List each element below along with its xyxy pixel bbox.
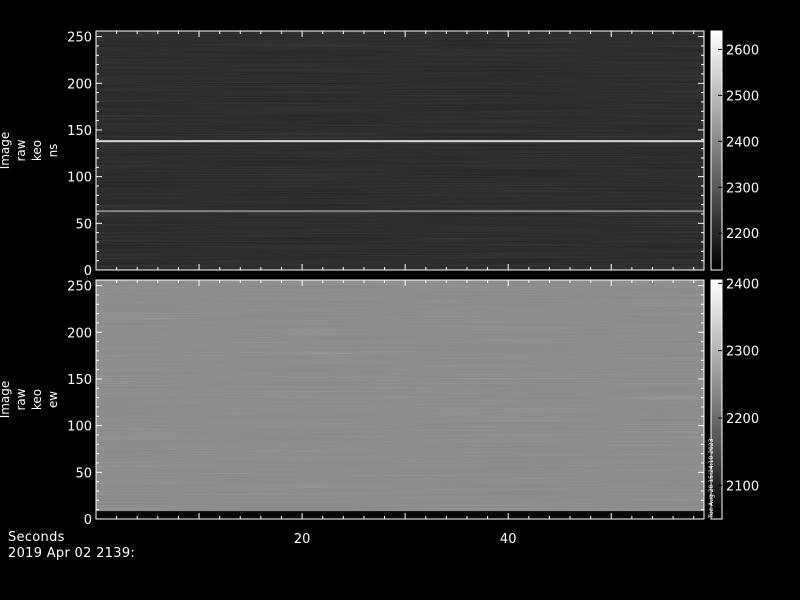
colorbar-tick-label: 2400 (726, 277, 759, 292)
bright-row (96, 210, 704, 213)
y-axis-label-line: raw (14, 139, 28, 161)
colorbar (711, 31, 722, 270)
y-tick-label: 250 (67, 280, 92, 295)
y-axis-label-line: ew (46, 391, 60, 408)
y-tick-label: 0 (84, 264, 92, 279)
y-tick-label: 0 (84, 513, 92, 528)
y-tick-label: 200 (67, 77, 92, 92)
y-tick-label: 50 (75, 466, 92, 481)
y-axis-label-line: raw (14, 388, 28, 410)
y-axis-label-line: Image (0, 132, 12, 170)
colorbar-tick-label: 2200 (726, 227, 759, 242)
y-axis-label-line: Image (0, 381, 12, 419)
y-tick-label: 150 (67, 373, 92, 388)
x-tick-label: 20 (294, 532, 311, 547)
y-tick-label: 150 (67, 124, 92, 139)
keogram-chart: 050100150200250Image raw keo ns220023002400… (0, 30, 759, 547)
y-tick-label: 250 (67, 31, 92, 46)
x-axis-label: Seconds (8, 530, 65, 545)
y-axis-label-line: keo (30, 389, 44, 410)
colorbar-tick-label: 2500 (726, 89, 759, 104)
dark-row (96, 511, 704, 520)
colorbar-tick-label: 2600 (726, 43, 759, 58)
noise-texture (96, 31, 704, 270)
y-tick-label: 100 (67, 171, 92, 186)
y-axis-label-line: keo (30, 140, 44, 161)
noise-texture (96, 280, 704, 519)
y-tick-label: 200 (67, 326, 92, 341)
timestamp-label: 2019 Apr 02 2139: (8, 546, 136, 561)
colorbar-tick-label: 2100 (726, 479, 759, 494)
y-tick-label: 100 (67, 420, 92, 435)
y-tick-label: 50 (75, 217, 92, 232)
panel-2: 0 50 100 150 200 250 Image raw keo ew 2100 2200 2300… (0, 277, 759, 528)
colorbar-tick-label: 2300 (726, 345, 759, 360)
side-note: Tue Aug 20 15:24:10 2023 (708, 438, 715, 519)
x-tick-label: 40 (500, 532, 517, 547)
colorbar-tick-label: 2300 (726, 181, 759, 196)
panel-1: 0 50 100 150 200 250 Image raw keo ns 2200 2300 2400… (0, 30, 759, 279)
bright-row (96, 140, 704, 143)
colorbar-tick-label: 2200 (726, 412, 759, 427)
colorbar-tick-label: 2400 (726, 135, 759, 150)
y-axis-label-line: ns (46, 144, 60, 158)
